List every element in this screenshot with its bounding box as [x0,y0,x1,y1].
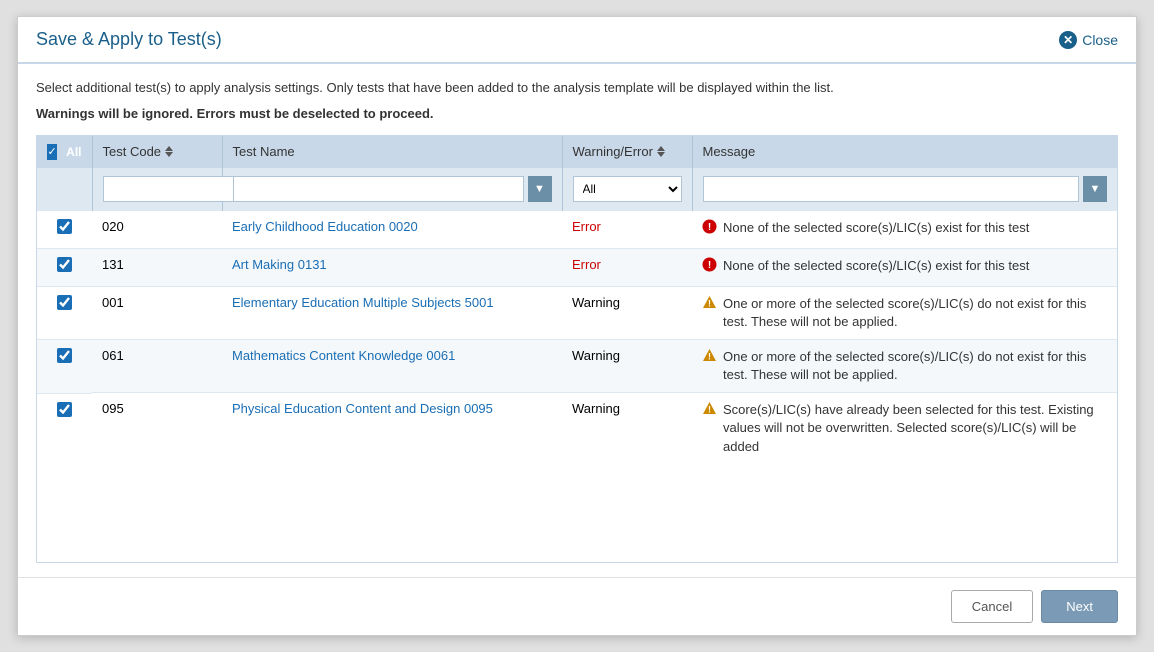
message-text: One or more of the selected score(s)/LIC… [723,295,1107,331]
row-message: ! Score(s)/LIC(s) have already been selec… [692,393,1117,464]
row-testname: Art Making 0131 [222,248,562,286]
save-apply-modal: Save & Apply to Test(s) ✕ Close Select a… [17,16,1137,636]
close-button[interactable]: ✕ Close [1059,31,1118,49]
message-text: None of the selected score(s)/LIC(s) exi… [723,219,1029,240]
row-warnerr: Error [562,248,692,286]
row-check-cell [37,393,92,425]
row-warnerr: Warning [562,339,692,392]
modal-body: Select additional test(s) to apply analy… [18,64,1136,577]
table-row: 095 Physical Education Content and Design… [37,393,1117,464]
warnerr-filter-select[interactable]: All Warning Error [573,176,682,202]
row-testcode: 061 [92,339,222,392]
row-warnerr: Warning [562,286,692,339]
row-testcode: 001 [92,286,222,339]
error-icon: ! [702,257,717,278]
row-message: ! None of the selected score(s)/LIC(s) ex… [692,248,1117,286]
row-checkbox[interactable] [57,348,72,363]
table-row: 061 Mathematics Content Knowledge 0061 War… [37,339,1117,392]
testcode-sort-icon[interactable] [165,146,173,157]
filter-check-col [37,168,92,211]
testcode-header-label: Test Code [103,144,162,159]
info-text: Select additional test(s) to apply analy… [36,78,1118,98]
filter-testcode-col: ▼ [92,168,222,211]
all-label: All [66,145,81,159]
next-button[interactable]: Next [1041,590,1118,623]
row-check-cell [37,286,92,318]
check-all-icon: ✓ [47,144,57,160]
message-filter-button[interactable]: ▼ [1083,176,1107,202]
filter-testname-col: ▼ [222,168,562,211]
close-label: Close [1082,32,1118,48]
modal-header: Save & Apply to Test(s) ✕ Close [18,17,1136,64]
col-header-check: ✓ All [37,136,92,168]
testname-filter-button[interactable]: ▼ [528,176,552,202]
row-checkbox[interactable] [57,295,72,310]
tests-table: ✓ All Test Code [37,136,1117,464]
row-check-cell [37,339,92,371]
testname-link[interactable]: Art Making 0131 [232,257,327,272]
row-check-cell [37,248,92,280]
svg-text:!: ! [708,298,711,308]
col-header-testname: Test Name [222,136,562,168]
testname-link[interactable]: Elementary Education Multiple Subjects 5… [232,295,494,310]
filter-message-col: ▼ [692,168,1117,211]
table-container: ✓ All Test Code [36,135,1118,564]
row-warnerr: Error [562,210,692,248]
table-row: 131 Art Making 0131 Error! None of the sele… [37,248,1117,286]
warning-icon: ! [702,348,717,384]
row-checkbox[interactable] [57,402,72,417]
row-message: ! One or more of the selected score(s)/LI… [692,286,1117,339]
svg-text:!: ! [708,405,711,415]
row-message: ! None of the selected score(s)/LIC(s) ex… [692,210,1117,248]
warning-icon: ! [702,401,717,456]
cancel-button[interactable]: Cancel [951,590,1033,623]
row-check-cell [37,210,92,242]
row-testname: Elementary Education Multiple Subjects 5… [222,286,562,339]
warning-text: Warnings will be ignored. Errors must be… [36,106,1118,121]
row-warnerr: Warning [562,393,692,464]
col-header-testcode: Test Code [92,136,222,168]
svg-text:!: ! [708,260,711,271]
testname-link[interactable]: Physical Education Content and Design 00… [232,401,493,416]
filter-warnerr-col: All Warning Error [562,168,692,211]
close-icon: ✕ [1059,31,1077,49]
error-icon: ! [702,219,717,240]
message-filter-input[interactable] [703,176,1080,202]
row-testname: Physical Education Content and Design 00… [222,393,562,464]
testname-filter-input[interactable] [233,176,524,202]
row-testname: Early Childhood Education 0020 [222,210,562,248]
testname-header-label: Test Name [233,144,295,159]
testname-link[interactable]: Early Childhood Education 0020 [232,219,418,234]
row-testcode: 020 [92,210,222,248]
warning-icon: ! [702,295,717,331]
warnerr-header-label: Warning/Error [573,144,653,159]
row-testcode: 131 [92,248,222,286]
col-header-message: Message [692,136,1117,168]
row-message: ! One or more of the selected score(s)/LI… [692,339,1117,392]
table-row: 001 Elementary Education Multiple Subject… [37,286,1117,339]
message-header-label: Message [703,144,756,159]
testname-link[interactable]: Mathematics Content Knowledge 0061 [232,348,455,363]
modal-footer: Cancel Next [18,577,1136,635]
table-row: 020 Early Childhood Education 0020 Error! N… [37,210,1117,248]
row-checkbox[interactable] [57,257,72,272]
col-header-warnerr: Warning/Error [562,136,692,168]
message-text: None of the selected score(s)/LIC(s) exi… [723,257,1029,278]
row-testname: Mathematics Content Knowledge 0061 [222,339,562,392]
message-text: Score(s)/LIC(s) have already been select… [723,401,1107,456]
row-checkbox[interactable] [57,219,72,234]
svg-text:!: ! [708,222,711,233]
message-text: One or more of the selected score(s)/LIC… [723,348,1107,384]
row-testcode: 095 [92,393,222,464]
modal-title: Save & Apply to Test(s) [36,29,222,50]
svg-text:!: ! [708,351,711,361]
warnerr-sort-icon[interactable] [657,146,665,157]
